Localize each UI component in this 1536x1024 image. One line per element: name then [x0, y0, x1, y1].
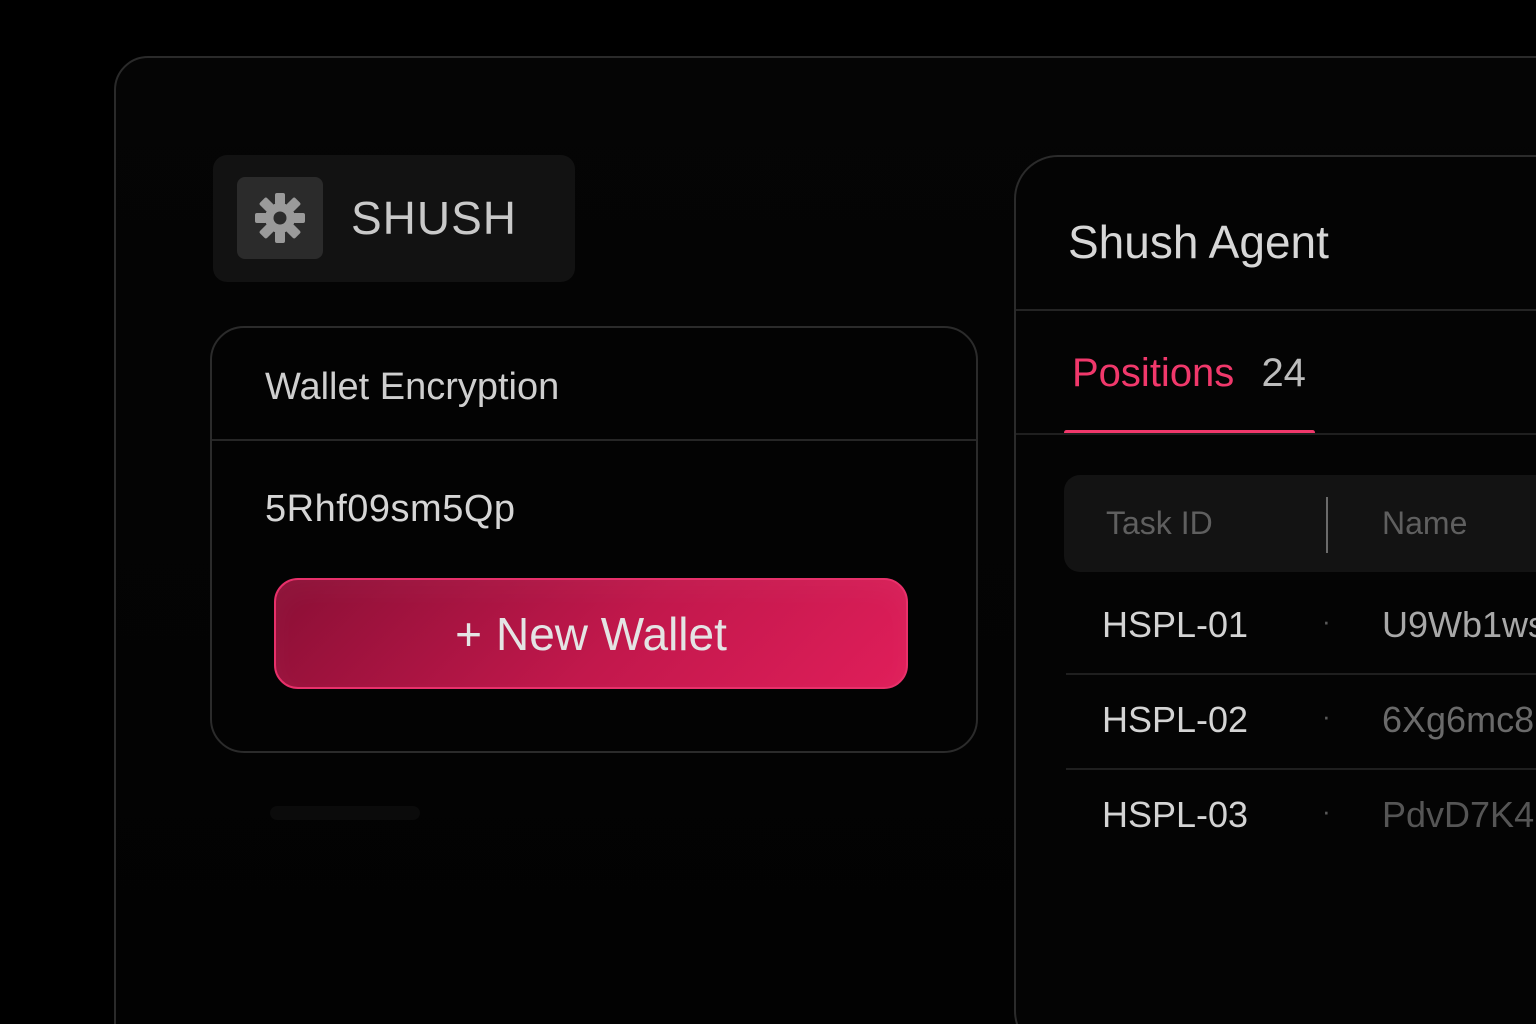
wallet-key-value: 5Rhf09sm5Qp	[265, 488, 516, 530]
name-cell: 6Xg6mc8	[1382, 699, 1535, 740]
divider	[1016, 433, 1536, 435]
divider	[1016, 309, 1536, 311]
agent-panel: Shush Agent Positions 24 Task ID Name HS…	[1014, 155, 1536, 1024]
brand-badge: SHUSH	[213, 155, 575, 282]
tab-positions[interactable]: Positions 24	[1072, 351, 1306, 396]
brand-name: SHUSH	[351, 192, 518, 244]
row-separator-dot: ·	[1322, 701, 1331, 731]
gear-icon[interactable]	[237, 177, 323, 259]
task-id-cell: HSPL-03	[1102, 794, 1249, 835]
divider	[212, 439, 976, 441]
new-wallet-label: New Wallet	[495, 607, 727, 660]
table-row[interactable]: HSPL-03 · PdvD7K4I	[1066, 770, 1536, 865]
plus-icon: +	[455, 607, 482, 660]
task-id-cell: HSPL-02	[1102, 699, 1249, 740]
tab-positions-label: Positions	[1072, 351, 1235, 395]
column-header-name[interactable]: Name	[1382, 505, 1467, 542]
table-row[interactable]: HSPL-01 · U9Wb1ws	[1066, 580, 1536, 675]
wallet-card-title: Wallet Encryption	[265, 366, 560, 408]
column-resize-handle[interactable]	[1326, 497, 1328, 553]
task-id-cell: HSPL-01	[1102, 604, 1249, 645]
row-separator-dot: ·	[1322, 606, 1331, 636]
screen: SHUSH Wallet Encryption 5Rhf09sm5Qp + Ne…	[0, 0, 1536, 1024]
row-separator-dot: ·	[1322, 796, 1331, 826]
agent-panel-title: Shush Agent	[1068, 216, 1329, 268]
tab-positions-count: 24	[1261, 351, 1306, 395]
new-wallet-button[interactable]: + New Wallet	[274, 578, 908, 689]
name-cell: U9Wb1ws	[1382, 604, 1536, 645]
decorative-reflection	[270, 806, 420, 820]
table-row[interactable]: HSPL-02 · 6Xg6mc8	[1066, 675, 1536, 770]
column-header-task-id[interactable]: Task ID	[1106, 505, 1213, 542]
wallet-encryption-card: Wallet Encryption 5Rhf09sm5Qp + New Wall…	[210, 326, 978, 753]
name-cell: PdvD7K4I	[1382, 794, 1536, 835]
table-header: Task ID Name	[1064, 475, 1536, 572]
